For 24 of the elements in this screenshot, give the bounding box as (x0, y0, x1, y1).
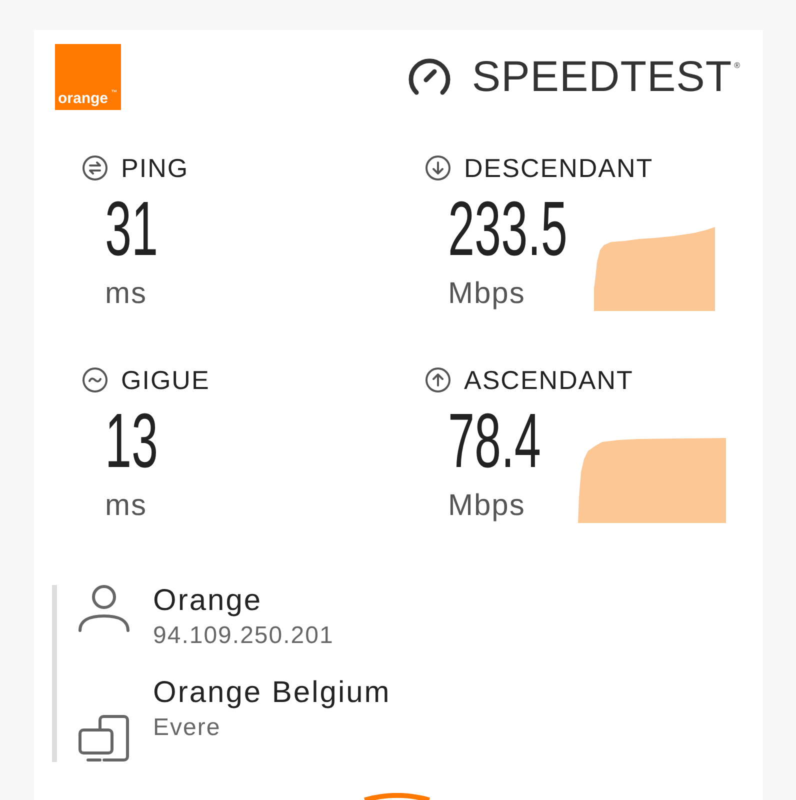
metric-unit: ms (105, 279, 148, 309)
metric-label: PING (121, 155, 189, 181)
logo-text: orange (58, 91, 108, 106)
metric-unit: Mbps (448, 279, 526, 309)
metric-unit: ms (105, 491, 148, 521)
metric-value: 31 (105, 191, 158, 268)
connection-detail: 94.109.250.201 (153, 624, 335, 648)
exchange-arrows-icon (82, 155, 108, 181)
metric-value: 233.5 (448, 191, 568, 268)
metric-value: 78.4 (448, 403, 541, 480)
connection-name: Orange Belgium (153, 678, 391, 708)
metric-label: GIGUE (121, 367, 210, 393)
registered-sign: ® (734, 62, 740, 70)
gauge-icon (408, 58, 451, 94)
metric-label: DESCENDANT (464, 155, 654, 181)
devices-icon (78, 715, 130, 762)
metric-label: ASCENDANT (464, 367, 634, 393)
wave-icon (82, 367, 108, 393)
metric-unit: Mbps (448, 491, 526, 521)
connection-detail: Evere (153, 716, 222, 740)
person-icon (78, 585, 130, 632)
brand-name: SPEEDTEST (472, 56, 732, 98)
metric-value: 13 (105, 403, 158, 480)
connection-name: Orange (153, 586, 264, 616)
